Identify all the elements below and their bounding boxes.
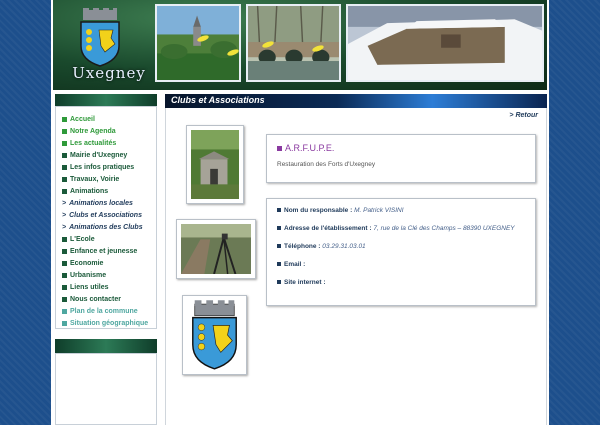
menu-square-icon xyxy=(62,140,67,146)
menu-item-label: Animations des Clubs xyxy=(69,223,143,231)
arrow-right-icon: > xyxy=(62,211,67,219)
field-site-internet: Site internet : xyxy=(277,279,525,287)
menu-item-label: L'Ecole xyxy=(70,235,95,243)
menu-item-label: Liens utiles xyxy=(70,283,109,291)
menu-square-icon xyxy=(62,128,67,134)
menu-item-label: Animations xyxy=(70,187,109,195)
menu-item-agenda[interactable]: Notre Agenda xyxy=(62,125,156,137)
field-label: Site internet : xyxy=(284,279,326,286)
arrow-right-icon: > xyxy=(62,223,67,231)
field-square-icon xyxy=(277,226,281,231)
menu-square-icon xyxy=(62,284,67,290)
page: Uxegney Accueil Notre Agenda Les actuali… xyxy=(51,0,549,425)
menu-square-icon xyxy=(62,272,67,278)
menu-item-plan-commune[interactable]: Plan de la commune xyxy=(62,305,156,317)
page-title: Clubs et Associations xyxy=(171,95,265,105)
menu-item-label: Nous contacter xyxy=(70,295,121,303)
menu-square-icon xyxy=(62,176,67,182)
menu-item-actualites[interactable]: Les actualités xyxy=(62,137,156,149)
header-banner: Uxegney xyxy=(53,0,547,90)
menu-item-urbanisme[interactable]: Urbanisme xyxy=(62,269,156,281)
menu-item-ecole[interactable]: L'Ecole xyxy=(62,233,156,245)
field-email: Email : xyxy=(277,261,525,269)
site-name: Uxegney xyxy=(72,64,146,82)
header-photo-bridge xyxy=(246,4,341,82)
menu-item-infos-pratiques[interactable]: Les infos pratiques xyxy=(62,161,156,173)
menu-item-label: Plan de la commune xyxy=(70,307,138,315)
menu-item-label: Accueil xyxy=(70,115,95,123)
menu-item-label: Clubs et Associations xyxy=(69,211,142,219)
field-value: 03.29.31.03.01 xyxy=(322,243,366,250)
field-adresse: Adresse de l'établissement : 7, rue de l… xyxy=(277,225,525,233)
menu-item-label: Les infos pratiques xyxy=(70,163,135,171)
menu-subitem-animations-locales[interactable]: > Animations locales xyxy=(62,197,156,209)
association-name: A.R.F.U.P.E. xyxy=(277,143,525,153)
menu-item-label: Travaux, Voirie xyxy=(70,175,120,183)
menu-item-travaux-voirie[interactable]: Travaux, Voirie xyxy=(62,173,156,185)
menu-item-animations[interactable]: Animations xyxy=(62,185,156,197)
menu-square-icon xyxy=(62,152,67,158)
menu-square-icon xyxy=(62,296,67,302)
field-label: Adresse de l'établissement : xyxy=(284,225,372,232)
association-card: A.R.F.U.P.E. Restauration des Forts d'Ux… xyxy=(266,134,536,183)
coat-of-arms-icon xyxy=(80,8,120,67)
menu-square-icon xyxy=(62,260,67,266)
photo-thumbnail-bunker[interactable] xyxy=(186,125,244,204)
field-value: M. Patrick VISINI xyxy=(354,207,404,214)
menu-item-liens-utiles[interactable]: Liens utiles xyxy=(62,281,156,293)
coat-of-arms-icon xyxy=(192,300,237,370)
menu-square-icon xyxy=(62,248,67,254)
menu-item-nous-contacter[interactable]: Nous contacter xyxy=(62,293,156,305)
field-responsable: Nom du responsable : M. Patrick VISINI xyxy=(277,207,525,215)
header-photo-fort-snow xyxy=(346,4,544,82)
menu-item-label: Urbanisme xyxy=(70,271,107,279)
field-square-icon xyxy=(277,208,281,213)
menu-item-label: Enfance et jeunesse xyxy=(70,247,138,255)
menu-item-label: Economie xyxy=(70,259,104,267)
field-label: Email : xyxy=(284,261,306,268)
menu-item-label: Mairie d'Uxegney xyxy=(70,151,128,159)
back-link[interactable]: > Retour xyxy=(509,112,538,119)
association-description: Restauration des Forts d'Uxegney xyxy=(277,161,376,168)
main-menu: Accueil Notre Agenda Les actualités Mair… xyxy=(55,106,157,329)
menu-square-icon xyxy=(277,145,282,151)
side-box-header xyxy=(55,339,157,353)
menu-subitem-animations-clubs[interactable]: > Animations des Clubs xyxy=(62,221,156,233)
menu-item-label: Notre Agenda xyxy=(70,127,116,135)
menu-title-bar xyxy=(55,94,157,106)
main-title-bar: Clubs et Associations xyxy=(165,94,547,108)
field-value: 7, rue de la Clé des Champs – 88390 UXEG… xyxy=(373,225,515,232)
menu-item-economie[interactable]: Economie xyxy=(62,257,156,269)
side-box xyxy=(55,353,157,425)
field-label: Téléphone : xyxy=(284,243,321,250)
photo-thumbnail-crest[interactable] xyxy=(182,295,247,375)
menu-square-icon xyxy=(62,308,67,314)
field-label: Nom du responsable : xyxy=(284,207,353,214)
field-square-icon xyxy=(277,262,281,267)
field-square-icon xyxy=(277,280,281,285)
header-photo-village xyxy=(155,4,241,82)
menu-square-icon xyxy=(62,164,67,170)
menu-item-label: Animations locales xyxy=(69,199,133,207)
menu-item-label: Situation géographique xyxy=(70,319,149,327)
menu-item-accueil[interactable]: Accueil xyxy=(62,113,156,125)
menu-item-mairie[interactable]: Mairie d'Uxegney xyxy=(62,149,156,161)
menu-item-label: Les actualités xyxy=(70,139,117,147)
menu-square-icon xyxy=(62,116,67,122)
photo-thumbnail-rail[interactable] xyxy=(176,219,256,279)
menu-item-situation-geographique[interactable]: Situation géographique xyxy=(62,317,156,329)
menu-square-icon xyxy=(62,236,67,242)
field-telephone: Téléphone : 03.29.31.03.01 xyxy=(277,243,525,251)
association-name-text: A.R.F.U.P.E. xyxy=(285,143,335,153)
arrow-right-icon: > xyxy=(62,199,67,207)
menu-square-icon xyxy=(62,320,67,326)
menu-item-enfance-jeunesse[interactable]: Enfance et jeunesse xyxy=(62,245,156,257)
association-details-card: Nom du responsable : M. Patrick VISINI A… xyxy=(266,198,536,306)
main-content: > Retour A.R.F.U.P.E. Restauration des F… xyxy=(165,108,547,425)
menu-square-icon xyxy=(62,188,67,194)
field-square-icon xyxy=(277,244,281,249)
menu-subitem-clubs-associations[interactable]: > Clubs et Associations xyxy=(62,209,156,221)
